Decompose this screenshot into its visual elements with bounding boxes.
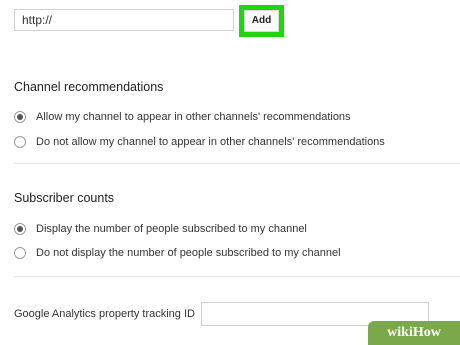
radio-unselected-icon[interactable] xyxy=(14,247,26,259)
radio-option-allow-recommendations[interactable]: Allow my channel to appear in other chan… xyxy=(14,111,351,123)
radio-option-label: Do not display the number of people subs… xyxy=(36,247,341,259)
radio-selected-icon[interactable] xyxy=(14,111,26,123)
channel-recommendations-title: Channel recommendations xyxy=(14,80,164,94)
radio-option-label: Display the number of people subscribed … xyxy=(36,223,307,235)
section-divider xyxy=(14,276,460,277)
radio-selected-icon[interactable] xyxy=(14,223,26,235)
subscriber-counts-title: Subscriber counts xyxy=(14,191,115,205)
url-input[interactable] xyxy=(14,9,234,31)
wikihow-watermark: wikiHow xyxy=(368,321,460,345)
section-divider xyxy=(14,163,460,164)
radio-option-display-subscribers[interactable]: Display the number of people subscribed … xyxy=(14,223,307,235)
radio-option-disallow-recommendations[interactable]: Do not allow my channel to appear in oth… xyxy=(14,136,385,148)
radio-option-hide-subscribers[interactable]: Do not display the number of people subs… xyxy=(14,247,341,259)
radio-option-label: Allow my channel to appear in other chan… xyxy=(36,111,351,123)
radio-option-label: Do not allow my channel to appear in oth… xyxy=(36,136,385,148)
radio-unselected-icon[interactable] xyxy=(14,136,26,148)
add-button[interactable]: Add xyxy=(244,10,279,32)
analytics-tracking-label: Google Analytics property tracking ID xyxy=(14,308,195,320)
